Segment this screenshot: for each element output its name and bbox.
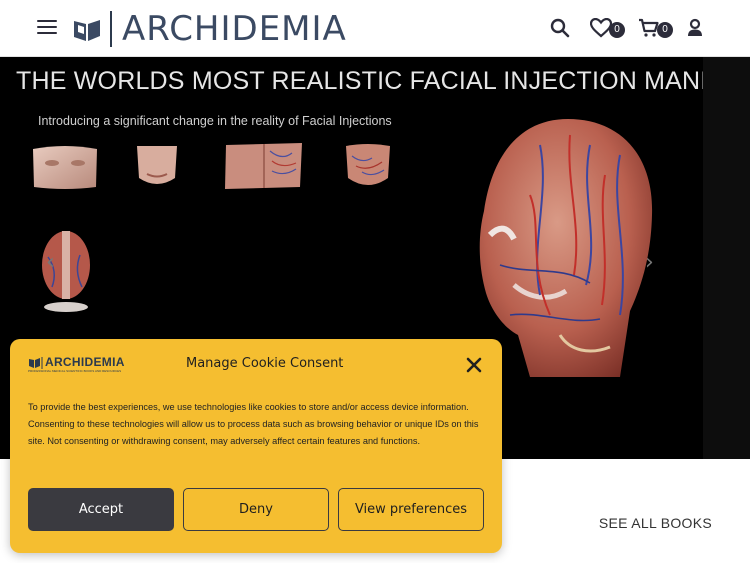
site-header: ARCHIDEMIA 0 0 (0, 0, 750, 57)
cookie-title: Manage Cookie Consent (186, 356, 344, 371)
cart-icon[interactable]: 0 (638, 16, 673, 40)
manikin-thumbnail-1[interactable] (30, 145, 100, 191)
logo-text: ARCHIDEMIA (122, 9, 347, 49)
logo-divider (110, 11, 112, 47)
cookie-consent-banner: ARCHIDEMIA PROFESSIONAL MEDICAL SCIENTIF… (10, 339, 502, 553)
deny-button[interactable]: Deny (183, 488, 329, 531)
see-all-books-link[interactable]: SEE ALL BOOKS (599, 515, 712, 531)
cookie-logo: ARCHIDEMIA PROFESSIONAL MEDICAL SCIENTIF… (28, 355, 124, 375)
user-icon[interactable] (686, 16, 710, 40)
accept-button[interactable]: Accept (28, 488, 174, 531)
hero-side-strip (703, 57, 750, 459)
search-icon[interactable] (550, 16, 574, 40)
carousel-prev-arrow[interactable]: ‹ (46, 250, 55, 275)
cookie-description: To provide the best experiences, we use … (28, 402, 479, 446)
hero-title: THE WORLDS MOST REALISTIC FACIAL INJECTI… (16, 67, 703, 95)
logo-book-icon (74, 20, 100, 41)
hero-subtitle: Introducing a significant change in the … (38, 114, 392, 128)
cookie-logo-text: ARCHIDEMIA (45, 355, 125, 369)
header-actions: 0 0 (550, 16, 710, 40)
manikin-thumbnail-2[interactable] (133, 144, 181, 190)
cart-count-badge: 0 (657, 22, 673, 38)
cookie-logo-tagline: PROFESSIONAL MEDICAL SCIENTIFIC BOOKS AN… (28, 369, 122, 373)
site-logo[interactable]: ARCHIDEMIA (72, 8, 347, 50)
view-preferences-button[interactable]: View preferences (338, 488, 484, 531)
manikin-thumbnail-3[interactable] (222, 141, 306, 191)
menu-icon[interactable] (37, 20, 57, 36)
wishlist-heart-icon[interactable]: 0 (589, 16, 625, 40)
manikin-thumbnail-4[interactable] (342, 142, 394, 192)
wishlist-count-badge: 0 (609, 22, 625, 38)
close-icon[interactable] (466, 357, 482, 373)
manikin-head-image (479, 119, 653, 377)
